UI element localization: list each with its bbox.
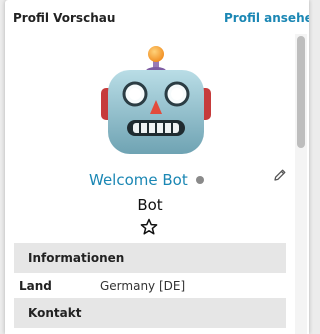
profile-display-name: Welcome Bot bbox=[89, 171, 188, 189]
section-header-contact: Kontakt bbox=[14, 298, 286, 328]
section-header-information: Informationen bbox=[14, 243, 286, 273]
profile-username: Bot bbox=[137, 196, 163, 214]
panel-title: Profil Vorschau bbox=[13, 11, 116, 25]
star-favorite-icon[interactable] bbox=[140, 218, 158, 236]
status-indicator bbox=[196, 176, 204, 184]
info-label-country: Land bbox=[19, 279, 52, 293]
section-title-information: Informationen bbox=[28, 251, 125, 265]
info-value-country: Germany [DE] bbox=[100, 279, 186, 293]
view-profile-link[interactable]: Profil ansehen bbox=[224, 11, 309, 25]
profile-preview-panel: Profil Vorschau Profil ansehen bbox=[5, 0, 309, 334]
scrollbar-thumb[interactable] bbox=[297, 36, 305, 148]
section-title-contact: Kontakt bbox=[28, 306, 82, 320]
pencil-edit-icon[interactable] bbox=[273, 168, 287, 182]
panel-header: Profil Vorschau Profil ansehen bbox=[5, 0, 309, 34]
robot-avatar-icon bbox=[101, 46, 211, 154]
